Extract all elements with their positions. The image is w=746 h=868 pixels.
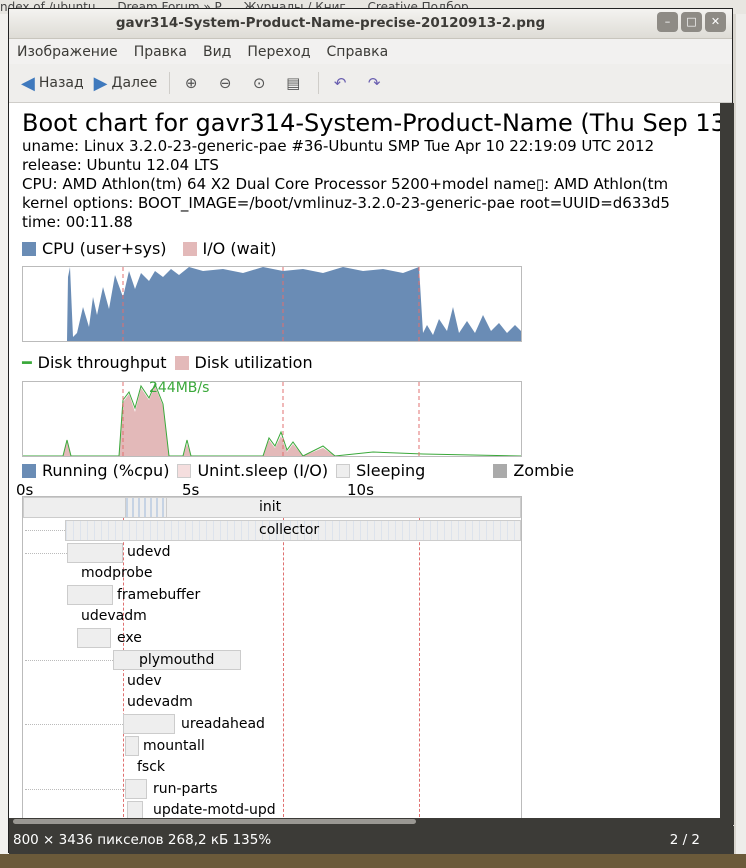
unint-sleep-legend-label: Unint.sleep (I/O) [197,461,329,480]
sleeping-legend-label: Sleeping [356,461,426,480]
proc-label: ureadahead [181,716,265,732]
zoom-out-icon[interactable]: ⊖ [214,72,236,94]
vertical-scrollbar[interactable] [720,103,734,825]
image-viewer-window: gavr314-System-Product-Name-precise-2012… [8,8,734,854]
running-swatch [22,463,36,478]
utilization-swatch [174,355,189,370]
back-label: Назад [38,75,84,91]
cpu-legend: CPU (user+sys) I/O (wait) [22,239,276,258]
proc-bar-udevd [67,543,123,563]
release-line: release: Ubuntu 12.04 LTS [22,156,219,174]
tree-connector [25,530,65,531]
horizontal-scroll-thumb[interactable] [13,819,416,824]
forward-arrow-icon: ▶ [93,72,108,94]
rotate-left-icon[interactable]: ↶ [329,72,351,94]
page-indicator: 2 / 2 [669,832,700,848]
boot-marker-line [419,497,420,825]
proc-label: collector [259,522,320,538]
back-arrow-icon: ◀ [21,72,35,94]
forward-button[interactable]: ▶ Далее [94,73,158,94]
menu-image[interactable]: Изображение [17,44,118,60]
zombie-legend-label: Zombie [513,461,575,480]
uname-line: uname: Linux 3.2.0-23-generic-pae #36-Ub… [22,137,655,155]
process-tree: init collector udevd modprobe framebuffe… [22,496,522,825]
throughput-legend-label: Disk throughput [37,353,167,372]
running-legend-label: Running (%cpu) [42,461,170,480]
toolbar: ◀ Назад ▶ Далее ⊕ ⊖ ⊙ ▤ ↶ ↷ [9,64,732,103]
throughput-swatch: ━ [22,353,32,372]
cpu-legend-label: CPU (user+sys) [42,239,167,258]
time-line: time: 00:11.88 [22,213,133,231]
close-icon[interactable]: ✕ [705,12,726,32]
image-info: 800 × 3436 пикселов 268,2 кБ 135% [13,832,272,848]
unint-sleep-swatch [177,463,192,478]
background-right-edge [736,14,746,854]
proc-label: udev [127,673,162,689]
bootchart-title: Boot chart for gavr314-System-Product-Na… [22,109,720,137]
disk-peak-label: 244MB/s [149,380,210,396]
proc-label: framebuffer [117,587,201,603]
image-canvas[interactable]: Boot chart for gavr314-System-Product-Na… [9,103,720,825]
proc-bar-exe [77,628,111,648]
cpu-chart [22,266,522,342]
background-bottom-edge [0,854,746,868]
zoom-normal-icon[interactable]: ⊙ [248,72,270,94]
menu-help[interactable]: Справка [327,44,389,60]
menu-edit[interactable]: Правка [134,44,187,60]
rotate-right-icon[interactable]: ↷ [363,72,385,94]
toolbar-separator [169,72,171,94]
proc-bar-ureadahead [123,714,175,734]
zombie-swatch [493,463,508,478]
fit-icon[interactable]: ▤ [282,72,304,94]
disk-chart: 244MB/s [22,380,522,457]
menu-go[interactable]: Переход [247,44,310,60]
proc-bar-framebuffer [67,585,113,605]
proc-label: udevadm [127,694,193,710]
minimize-icon[interactable]: – [657,12,678,32]
title-bar[interactable]: gavr314-System-Product-Name-precise-2012… [9,9,732,39]
utilization-legend-label: Disk utilization [194,353,313,372]
proc-bar-mountall [125,736,139,756]
disk-legend: ━ Disk throughput Disk utilization [22,353,313,372]
menu-view[interactable]: Вид [203,44,231,60]
proc-label: exe [117,630,142,646]
menu-bar: Изображение Правка Вид Переход Справка [9,39,732,64]
io-legend-label: I/O (wait) [202,239,277,258]
kernel-line: kernel options: BOOT_IMAGE=/boot/vmlinuz… [22,194,670,212]
zoom-in-icon[interactable]: ⊕ [180,72,202,94]
forward-label: Далее [111,75,158,91]
window-title: gavr314-System-Product-Name-precise-2012… [115,15,546,31]
toolbar-separator [318,72,320,94]
proc-label: plymouthd [139,652,215,668]
disk-area-graph [23,382,522,457]
proc-label: fsck [137,759,166,775]
proc-label: run-parts [153,781,218,797]
cpu-swatch [22,241,36,256]
proc-bar-run-parts [125,779,147,799]
boot-marker-line [283,497,284,825]
proc-label: modprobe [81,565,153,581]
maximize-icon[interactable]: □ [681,12,702,32]
tree-connector [25,660,113,661]
proc-label: update-motd-upd [153,802,276,818]
back-button[interactable]: ◀ Назад [21,73,84,94]
sleeping-swatch [336,463,351,478]
cpu-line: CPU: AMD Athlon(tm) 64 X2 Dual Core Proc… [22,175,669,193]
tree-connector [25,553,67,554]
proc-label: udevadm [81,608,147,624]
bootchart-image: Boot chart for gavr314-System-Product-Na… [9,103,720,825]
cpu-area-graph [23,267,521,341]
tree-connector [25,789,125,790]
horizontal-scrollbar[interactable] [9,818,720,825]
proc-label: udevd [127,544,171,560]
proc-label: mountall [143,738,205,754]
proc-bar-init-running [125,497,167,518]
tree-connector [25,724,123,725]
io-swatch [182,241,197,256]
status-bar: 800 × 3436 пикселов 268,2 кБ 135% 2 / 2 [9,826,734,854]
proc-label: init [259,499,282,515]
process-legend: Running (%cpu) Unint.sleep (I/O) Sleepin… [22,461,574,480]
